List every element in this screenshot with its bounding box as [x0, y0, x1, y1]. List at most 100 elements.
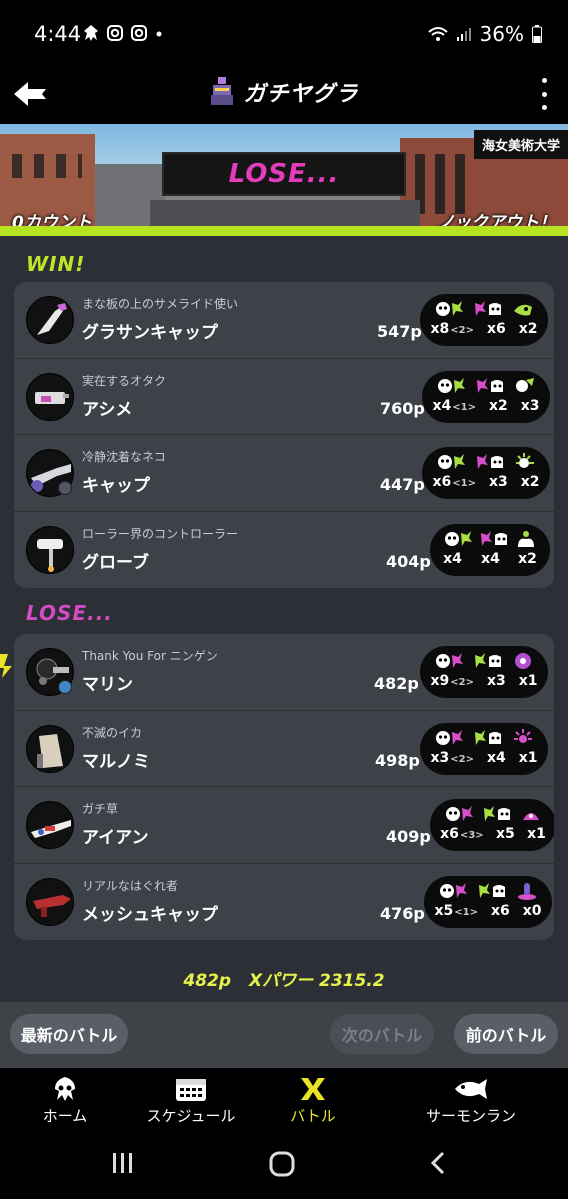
wifi-icon: [427, 27, 448, 41]
assist-count: <2>: [450, 325, 474, 336]
player-stats: x4<1> x2 x3: [422, 370, 550, 423]
previous-battle-button[interactable]: 前のバトル: [454, 1014, 558, 1054]
nav-schedule[interactable]: スケジュール: [130, 1068, 252, 1130]
player-stats: x8<2> x6 x2: [420, 294, 548, 346]
special-count: x2: [518, 550, 537, 567]
player-row[interactable]: ローラー界のコントローラー グローブ 404p x4 x4 x2: [14, 512, 554, 589]
nav-label: スケジュール: [146, 1107, 236, 1125]
plaza-ground: [150, 200, 420, 226]
player-byname: 不滅のイカ: [82, 725, 143, 740]
player-name: キャップ: [82, 476, 150, 496]
kill-icon: [436, 653, 464, 668]
player-stats: x9<2> x3 x1: [420, 646, 548, 698]
death-icon: [476, 454, 503, 469]
kill-icon: [438, 454, 466, 469]
lose-heading: LOSE...: [26, 601, 113, 625]
battle-summary: 482p Xパワー 2315.2: [0, 966, 568, 991]
player-row[interactable]: ガチ草 アイアン 409p x6<3> x5 x1: [14, 787, 554, 864]
result-box: LOSE...: [162, 152, 406, 196]
kill-count: x6: [432, 474, 452, 490]
player-name: マリン: [82, 675, 133, 695]
kill-count: x5: [434, 902, 454, 919]
nav-battle[interactable]: バトル: [252, 1068, 374, 1130]
dot-icon: [156, 31, 162, 37]
player-name: メッシュキャップ: [82, 904, 218, 925]
player-points: 760p: [380, 398, 425, 418]
menu-dot: [541, 91, 547, 97]
nav-label: ホーム: [42, 1107, 88, 1125]
kill-count: x4: [432, 397, 452, 414]
special-count: x1: [527, 826, 546, 842]
death-icon: [474, 729, 501, 745]
tower-control-icon: [211, 77, 234, 105]
result-text: LOSE...: [228, 159, 340, 189]
team-color-bar: [0, 226, 568, 236]
home-circle-icon[interactable]: [268, 1150, 296, 1178]
stage-banner: 海女美術大学 LOSE... 0カウント ノックアウト！: [0, 124, 568, 236]
assist-count: <3>: [459, 830, 484, 841]
assist-count: <2>: [450, 753, 474, 765]
death-count: x2: [488, 397, 508, 414]
latest-battle-button[interactable]: 最新のバトル: [10, 1014, 128, 1054]
special-count: x1: [518, 749, 538, 766]
player-row[interactable]: まな板の上のサメライド使い グラサンキャップ 547p x8<2> x6 x2: [14, 282, 554, 359]
death-icon: [476, 377, 503, 393]
player-byname: 実在するオタク: [82, 373, 167, 388]
player-row[interactable]: Thank You For ニンゲン マリン 482p x9<2> x3 x1: [14, 634, 554, 711]
death-icon: [484, 806, 510, 821]
special-weapon-icon: [515, 377, 534, 392]
player-stats: x6<1> x3 x2: [422, 447, 550, 499]
kill-count: x9: [430, 673, 450, 689]
special-count: x0: [522, 902, 542, 919]
win-heading: WIN!: [26, 252, 86, 276]
kill-count: x6: [440, 826, 459, 842]
death-count: x3: [488, 474, 508, 490]
battery-icon: [532, 25, 542, 43]
kill-icon: [445, 530, 472, 546]
nav-label: バトル: [290, 1107, 336, 1125]
system-nav-bar: [0, 1130, 568, 1199]
summary-xpower: Xパワー 2315.2: [248, 971, 385, 991]
squid-icon: [55, 1077, 75, 1101]
overflow-menu-button[interactable]: [538, 78, 550, 110]
next-battle-button[interactable]: 次のバトル: [330, 1014, 434, 1054]
weapon-icon: [26, 724, 74, 773]
player-name: アイアン: [82, 828, 149, 848]
special-weapon-icon: [515, 453, 534, 468]
squid-notification-icon: [84, 25, 98, 41]
death-icon: [474, 301, 501, 316]
assist-count: <1>: [454, 906, 478, 918]
status-bar: 4:44 36%: [0, 0, 568, 66]
player-row[interactable]: 不滅のイカ マルノミ 498p x3<2> x4 x1: [14, 711, 554, 787]
special-weapon-icon: [513, 728, 532, 743]
instagram-icon: [131, 25, 147, 41]
player-points: 476p: [380, 903, 425, 923]
special-weapon-icon: [517, 882, 536, 900]
player-points: 447p: [380, 475, 425, 494]
app-bar: ガチヤグラ: [0, 66, 568, 124]
weapon-icon: [26, 877, 74, 926]
nav-salmon-run[interactable]: サーモンラン: [374, 1068, 568, 1130]
nav-home[interactable]: ホーム: [0, 1068, 130, 1130]
player-byname: ガチ草: [82, 802, 119, 816]
recent-apps-icon[interactable]: [110, 1150, 136, 1176]
death-count: x6: [486, 321, 506, 337]
player-name: アシメ: [82, 399, 133, 420]
player-row[interactable]: リアルなはぐれ者 メッシュキャップ 476p x5<1> x6 x0: [14, 864, 554, 941]
kill-icon: [436, 301, 464, 316]
title-group: ガチヤグラ: [0, 76, 568, 108]
player-points: 404p: [386, 551, 431, 571]
weapon-icon: [26, 372, 74, 421]
page-title: ガチヤグラ: [243, 82, 359, 107]
player-points: 482p: [374, 674, 419, 693]
back-nav-icon[interactable]: [428, 1150, 448, 1176]
death-icon: [478, 882, 505, 898]
player-name: マルノミ: [82, 751, 150, 772]
death-count: x4: [486, 749, 506, 766]
player-points: 547p: [377, 322, 422, 341]
player-row[interactable]: 冷静沈着なネコ キャップ 447p x6<1> x3 x2: [14, 435, 554, 512]
player-row[interactable]: 実在するオタク アシメ 760p x4<1> x2 x3: [14, 359, 554, 435]
kill-icon: [440, 882, 468, 898]
status-time: 4:44: [34, 22, 82, 46]
player-stats: x4 x4 x2: [430, 523, 550, 576]
